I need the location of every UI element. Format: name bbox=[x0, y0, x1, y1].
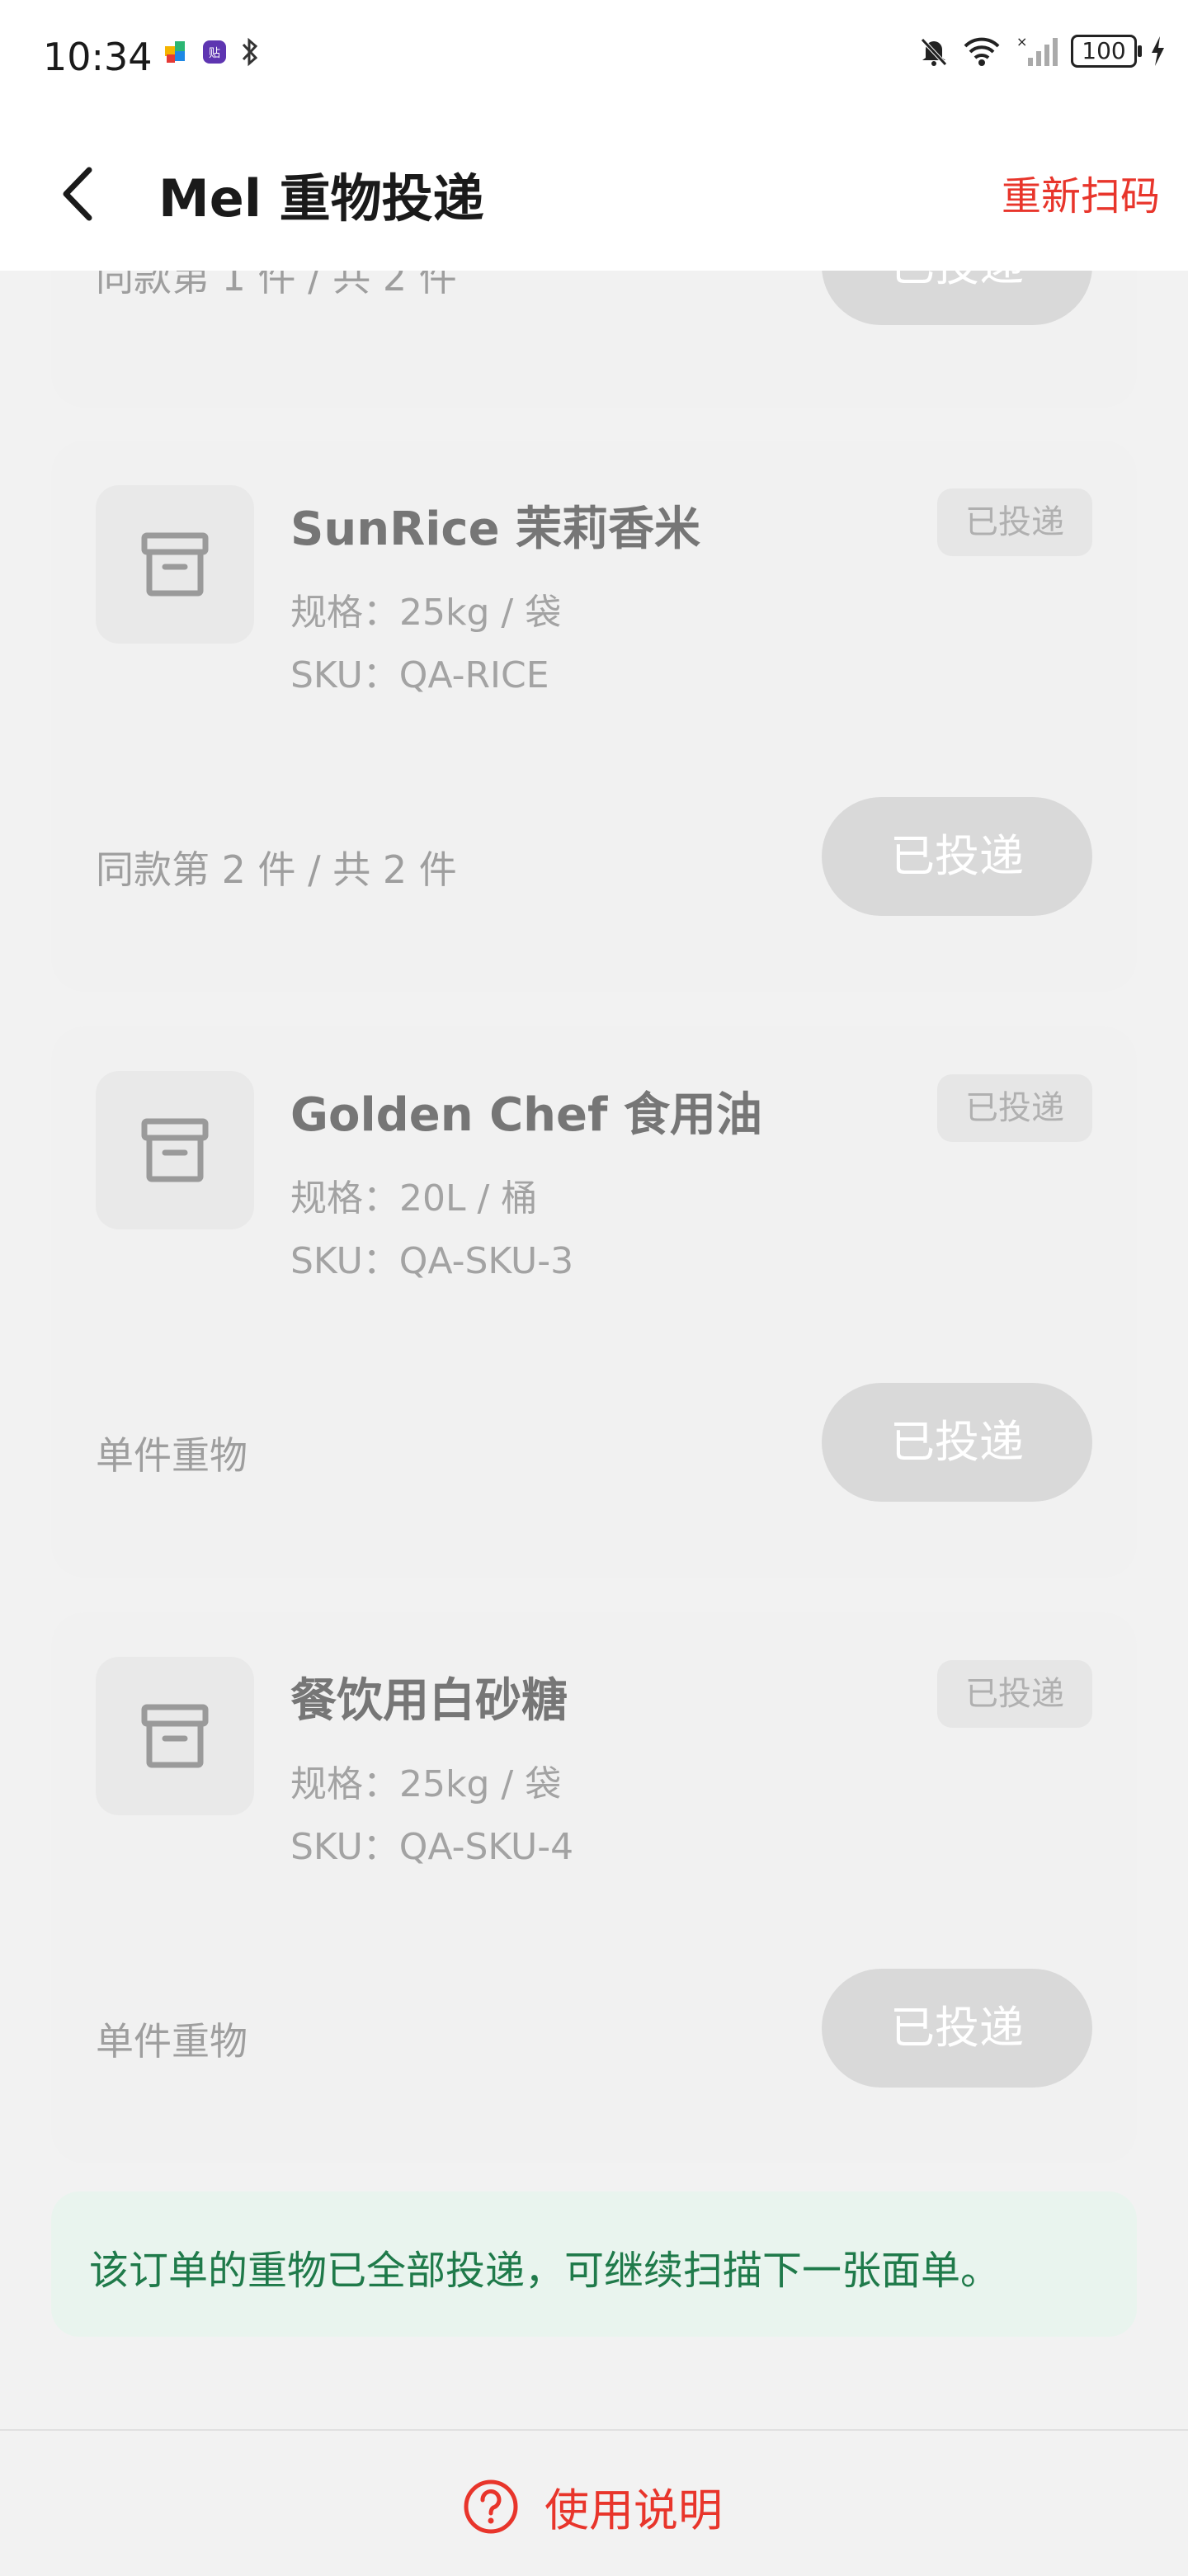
item-card: SunRice 茉莉香米 规格：25kg / 袋 SKU：QA-RICE 已投递… bbox=[51, 441, 1137, 992]
rescan-button[interactable]: 重新扫码 bbox=[1002, 163, 1160, 221]
no-signal-icon: × bbox=[1016, 34, 1058, 66]
status-time: 10:34 bbox=[43, 35, 153, 79]
archive-box-icon bbox=[141, 1704, 209, 1768]
item-sku: SKU：QA-RICE bbox=[290, 654, 549, 696]
item-name: Golden Chef 食用油 bbox=[290, 1088, 762, 1142]
game-app-icon bbox=[165, 41, 185, 63]
item-count-text: 同款第 1 件 / 共 2 件 bbox=[96, 271, 457, 300]
chevron-left-icon bbox=[63, 167, 92, 221]
charging-icon bbox=[1152, 36, 1164, 66]
wifi-icon bbox=[964, 37, 1000, 66]
archive-box-icon bbox=[141, 1118, 209, 1182]
status-badge: 已投递 bbox=[937, 488, 1092, 556]
delivered-button[interactable]: 已投递 bbox=[822, 1969, 1092, 2088]
bottom-bar: 使用说明 bbox=[0, 2429, 1188, 2576]
back-button[interactable] bbox=[54, 163, 104, 224]
status-left-icons: 贴 bbox=[162, 36, 261, 68]
item-count-text: 单件重物 bbox=[96, 1433, 248, 1478]
app-header: Mel 重物投递 重新扫码 bbox=[0, 116, 1188, 271]
status-right-icons: × 100 bbox=[917, 33, 1167, 69]
item-spec: 规格：20L / 桶 bbox=[290, 1177, 538, 1220]
battery-icon: 100 bbox=[1071, 35, 1142, 68]
delivered-button[interactable]: 已投递 bbox=[822, 1383, 1092, 1502]
page-title: Mel 重物投递 bbox=[158, 168, 484, 229]
question-circle-icon bbox=[464, 2479, 518, 2533]
help-label: 使用说明 bbox=[544, 2484, 723, 2536]
status-bar: 10:34 贴 × 100 bbox=[0, 0, 1188, 116]
item-list[interactable]: 同款第 1 件 / 共 2 件 已投递 SunRice 茉莉香米 规格：25kg… bbox=[0, 271, 1188, 2429]
delivered-button[interactable]: 已投递 bbox=[822, 271, 1092, 325]
item-count-text: 单件重物 bbox=[96, 2019, 248, 2064]
status-badge: 已投递 bbox=[937, 1660, 1092, 1728]
item-sku: SKU：QA-SKU-3 bbox=[290, 1240, 574, 1282]
item-thumbnail bbox=[96, 1657, 254, 1815]
item-card: Golden Chef 食用油 规格：20L / 桶 SKU：QA-SKU-3 … bbox=[51, 1026, 1137, 1578]
item-name: 餐饮用白砂糖 bbox=[290, 1674, 568, 1728]
item-spec: 规格：25kg / 袋 bbox=[290, 1763, 562, 1805]
completion-notice: 该订单的重物已全部投递，可继续扫描下一张面单。 bbox=[51, 2191, 1137, 2337]
help-button[interactable]: 使用说明 bbox=[462, 2474, 723, 2539]
notes-app-icon: 贴 bbox=[203, 40, 226, 64]
item-card: 餐饮用白砂糖 规格：25kg / 袋 SKU：QA-SKU-4 已投递 单件重物… bbox=[51, 1612, 1137, 2163]
archive-box-icon bbox=[141, 532, 209, 597]
svg-text:×: × bbox=[1016, 34, 1027, 50]
mute-bell-icon bbox=[921, 38, 947, 66]
item-spec: 规格：25kg / 袋 bbox=[290, 592, 562, 634]
item-card: 同款第 1 件 / 共 2 件 已投递 bbox=[51, 271, 1137, 408]
item-thumbnail bbox=[96, 485, 254, 644]
notice-text: 该订单的重物已全部投递，可继续扫描下一张面单。 bbox=[89, 2248, 1001, 2294]
status-badge: 已投递 bbox=[937, 1074, 1092, 1142]
svg-text:贴: 贴 bbox=[209, 47, 220, 60]
delivered-button[interactable]: 已投递 bbox=[822, 797, 1092, 916]
item-name: SunRice 茉莉香米 bbox=[290, 502, 701, 556]
item-thumbnail bbox=[96, 1071, 254, 1229]
bluetooth-icon bbox=[242, 37, 258, 67]
item-count-text: 同款第 2 件 / 共 2 件 bbox=[96, 847, 457, 892]
item-sku: SKU：QA-SKU-4 bbox=[290, 1826, 574, 1868]
